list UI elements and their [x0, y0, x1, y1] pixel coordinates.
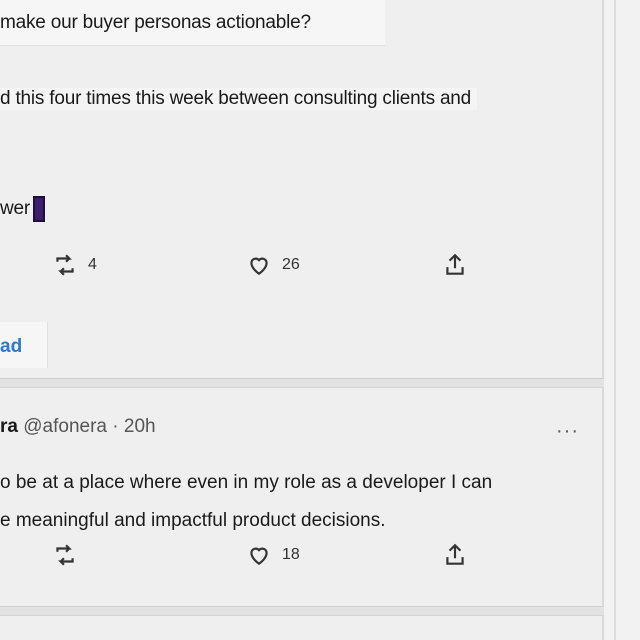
share-icon — [442, 252, 468, 278]
tweet-text-line: e meaningful and impactful product decis… — [0, 510, 386, 531]
like-button[interactable]: 18 — [246, 542, 300, 568]
tweet-body: o be at a place where even in my role as… — [0, 464, 492, 540]
tweet-time[interactable]: · 20h — [112, 416, 155, 437]
rail-divider — [614, 0, 616, 640]
right-rail — [604, 0, 640, 640]
heart-icon — [246, 252, 272, 278]
heart-icon — [246, 542, 272, 568]
retweet-count: 4 — [88, 256, 97, 273]
share-button[interactable] — [442, 252, 468, 278]
show-thread-link[interactable]: ad — [0, 322, 48, 368]
retweet-button[interactable] — [52, 542, 88, 568]
like-count: 26 — [282, 256, 300, 273]
tweet-text-line: d this four times this week between cons… — [0, 88, 478, 110]
timeline-feed: make our buyer personas actionable? d th… — [0, 0, 640, 640]
emoji-block — [33, 196, 46, 222]
tweet-text-line: wer — [0, 196, 46, 222]
tweet-divider — [0, 606, 640, 616]
tweet-divider — [0, 378, 640, 388]
tweet-text-fragment: wer — [0, 198, 31, 220]
tweet-author-row: ra @afonera · 20h — [0, 416, 156, 438]
like-button[interactable]: 26 — [246, 252, 300, 278]
tweet-card[interactable]: ra @afonera · 20h ··· o be at a place wh… — [0, 392, 604, 612]
tweet-actions: 4 26 — [0, 252, 604, 292]
like-count: 18 — [282, 546, 300, 563]
tweet-text-line: make our buyer personas actionable? — [0, 12, 311, 33]
retweet-icon — [52, 542, 78, 568]
author-handle[interactable]: @afonera — [23, 416, 107, 437]
share-icon — [442, 542, 468, 568]
tweet-text-line: o be at a place where even in my role as… — [0, 472, 493, 493]
share-button[interactable] — [442, 542, 468, 568]
tweet-actions: 18 — [0, 542, 604, 582]
retweet-button[interactable]: 4 — [52, 252, 97, 278]
retweet-icon — [52, 252, 78, 278]
tweet-card[interactable]: make our buyer personas actionable? d th… — [0, 0, 604, 380]
author-name[interactable]: ra — [0, 416, 18, 437]
more-icon[interactable]: ··· — [556, 420, 579, 443]
